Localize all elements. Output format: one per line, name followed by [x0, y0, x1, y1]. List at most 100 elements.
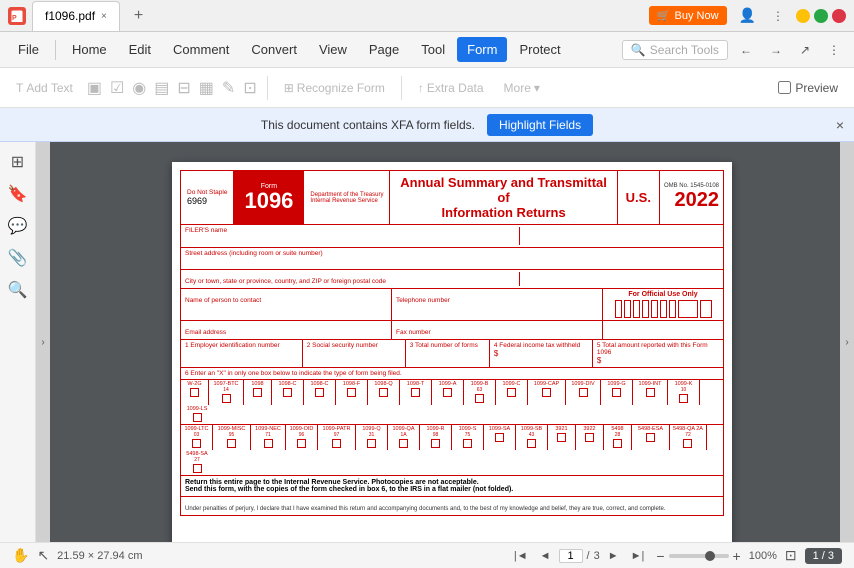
close-window-button[interactable]	[832, 9, 846, 23]
next-page-button[interactable]: ►	[604, 549, 623, 563]
current-tab[interactable]: f1096.pdf ×	[32, 1, 120, 31]
cb-1099div-box	[579, 388, 588, 397]
buy-now-button[interactable]: 🛒 Buy Now	[649, 6, 727, 25]
footer-small: Under penalties of perjury, I declare th…	[185, 506, 666, 512]
cb-5498qa-box	[683, 439, 692, 448]
sidebar-attachment-icon[interactable]: 📎	[6, 246, 30, 270]
barcode-bar-1	[615, 300, 622, 318]
5498-num: 28	[607, 432, 628, 438]
field-icon-4: ▤	[152, 78, 171, 98]
cb-1099g-box	[612, 388, 621, 397]
cb-1099c-box	[507, 388, 516, 397]
field-icon-3: ◉	[130, 78, 148, 98]
us-block: U.S.	[618, 171, 660, 224]
menu-home[interactable]: Home	[62, 37, 117, 62]
menu-edit[interactable]: Edit	[119, 37, 161, 62]
1098-label: 1098	[247, 381, 268, 387]
sidebar-pages-icon[interactable]: ⊞	[6, 150, 30, 174]
notification-close-button[interactable]: ×	[836, 117, 844, 133]
footer-small-block: Under penalties of perjury, I declare th…	[181, 497, 723, 515]
more-button[interactable]: More ▾	[496, 77, 548, 99]
preview-checkbox[interactable]	[778, 81, 791, 94]
3922-label: 3922	[579, 426, 600, 432]
cb-1099cap: 1099-CAP	[528, 380, 566, 405]
expand-arrow-icon: ›	[845, 337, 848, 348]
city-row: City or town, state or province, country…	[181, 270, 723, 289]
window-controls	[796, 9, 846, 23]
menu-convert[interactable]: Convert	[241, 37, 307, 62]
cb-1099oid-box	[297, 439, 306, 448]
sidebar-bookmark-icon[interactable]: 🔖	[6, 182, 30, 206]
left-panel-toggle[interactable]: ›	[36, 142, 50, 542]
add-text-button[interactable]: T Add Text	[8, 77, 81, 99]
prev-page-button[interactable]: ◄	[536, 549, 555, 563]
right-panel-toggle[interactable]: ›	[840, 142, 854, 542]
boxes-row: 1 Employer identification number 2 Socia…	[181, 340, 723, 368]
forward-button[interactable]: →	[764, 39, 788, 61]
menu-more-button[interactable]: ⋮	[822, 39, 846, 61]
1098f-label: 1098-F	[339, 381, 364, 387]
form-title-line2: Information Returns	[441, 205, 565, 220]
box6-label-row: 6 Enter an "X" in only one box below to …	[181, 368, 723, 380]
profile-icon[interactable]: 👤	[735, 5, 760, 26]
cb-1099int: 1099-INT	[633, 380, 668, 405]
cb-1099r-box	[431, 439, 440, 448]
cb-1098c: 1098-C	[272, 380, 304, 405]
search-placeholder: Search Tools	[650, 43, 719, 57]
menu-file[interactable]: File	[8, 37, 49, 62]
footer-bold-2: Send this form, with the copies of the f…	[185, 486, 719, 493]
title-bar-right: 🛒 Buy Now 👤 ⋮	[649, 5, 854, 26]
cb-1099patr: 1099-PATR 97	[318, 425, 356, 450]
1099c-label: 1099-C	[499, 381, 524, 387]
highlight-fields-button[interactable]: Highlight Fields	[487, 114, 593, 136]
add-text-icon: T	[16, 81, 23, 95]
cb-1099r: 1099-R 98	[420, 425, 452, 450]
preview-checkbox-label[interactable]: Preview	[770, 77, 846, 99]
menu-form[interactable]: Form	[457, 37, 507, 62]
first-page-button[interactable]: |◄	[510, 549, 532, 563]
menu-view[interactable]: View	[309, 37, 357, 62]
1099s-num: 75	[455, 432, 480, 438]
w2g-label: W-2G	[183, 381, 206, 387]
cb-1099patr-box	[332, 439, 341, 448]
cb-1099qa: 1099-QA 1A	[388, 425, 420, 450]
zoom-in-button[interactable]: +	[733, 548, 741, 564]
menu-page[interactable]: Page	[359, 37, 409, 62]
menu-separator-1	[55, 40, 56, 60]
barcode-bar-4	[642, 300, 649, 318]
cb-1099q: 1099-Q 31	[356, 425, 388, 450]
1098t-label: 1098-T	[403, 381, 428, 387]
street-label: Street address (including room or suite …	[185, 250, 719, 257]
5498esa-label: 5498-ESA	[635, 426, 666, 432]
sidebar-comment-icon[interactable]: 💬	[6, 214, 30, 238]
back-button[interactable]: ←	[734, 39, 758, 61]
filers-name-cell: FILER'S name	[185, 227, 519, 245]
more-options-button[interactable]: ⋮	[768, 7, 788, 25]
minimize-button[interactable]	[796, 9, 810, 23]
menu-tool[interactable]: Tool	[411, 37, 455, 62]
box2-cell: 2 Social security number	[303, 340, 406, 367]
share-button[interactable]: ↗	[794, 39, 816, 61]
extra-data-button[interactable]: ↑ Extra Data	[410, 77, 492, 99]
zoom-out-button[interactable]: −	[656, 548, 664, 564]
toolbar-divider-2	[401, 76, 402, 100]
sidebar-search-icon[interactable]: 🔍	[6, 278, 30, 302]
dept-line2: Internal Revenue Service	[310, 198, 383, 204]
fit-page-button[interactable]: ⊡	[785, 547, 797, 564]
1099r-num: 98	[423, 432, 448, 438]
cb-1098c2-box	[315, 388, 324, 397]
last-page-button[interactable]: ►|	[627, 549, 649, 563]
search-bar[interactable]: 🔍 Search Tools	[622, 40, 728, 60]
maximize-button[interactable]	[814, 9, 828, 23]
cb-1098c2: 1098-C	[304, 380, 336, 405]
add-tab-button[interactable]: +	[126, 3, 151, 29]
box4-label: 4 Federal income tax withheld	[494, 342, 588, 349]
page-number-input[interactable]	[559, 549, 583, 563]
menu-protect[interactable]: Protect	[509, 37, 570, 62]
zoom-slider[interactable]	[669, 554, 729, 558]
1099oid-num: 96	[289, 432, 314, 438]
tab-close-button[interactable]: ×	[101, 11, 107, 22]
menu-comment[interactable]: Comment	[163, 37, 239, 62]
1099int-label: 1099-INT	[636, 381, 664, 387]
recognize-form-button[interactable]: ⊞ Recognize Form	[276, 77, 393, 99]
